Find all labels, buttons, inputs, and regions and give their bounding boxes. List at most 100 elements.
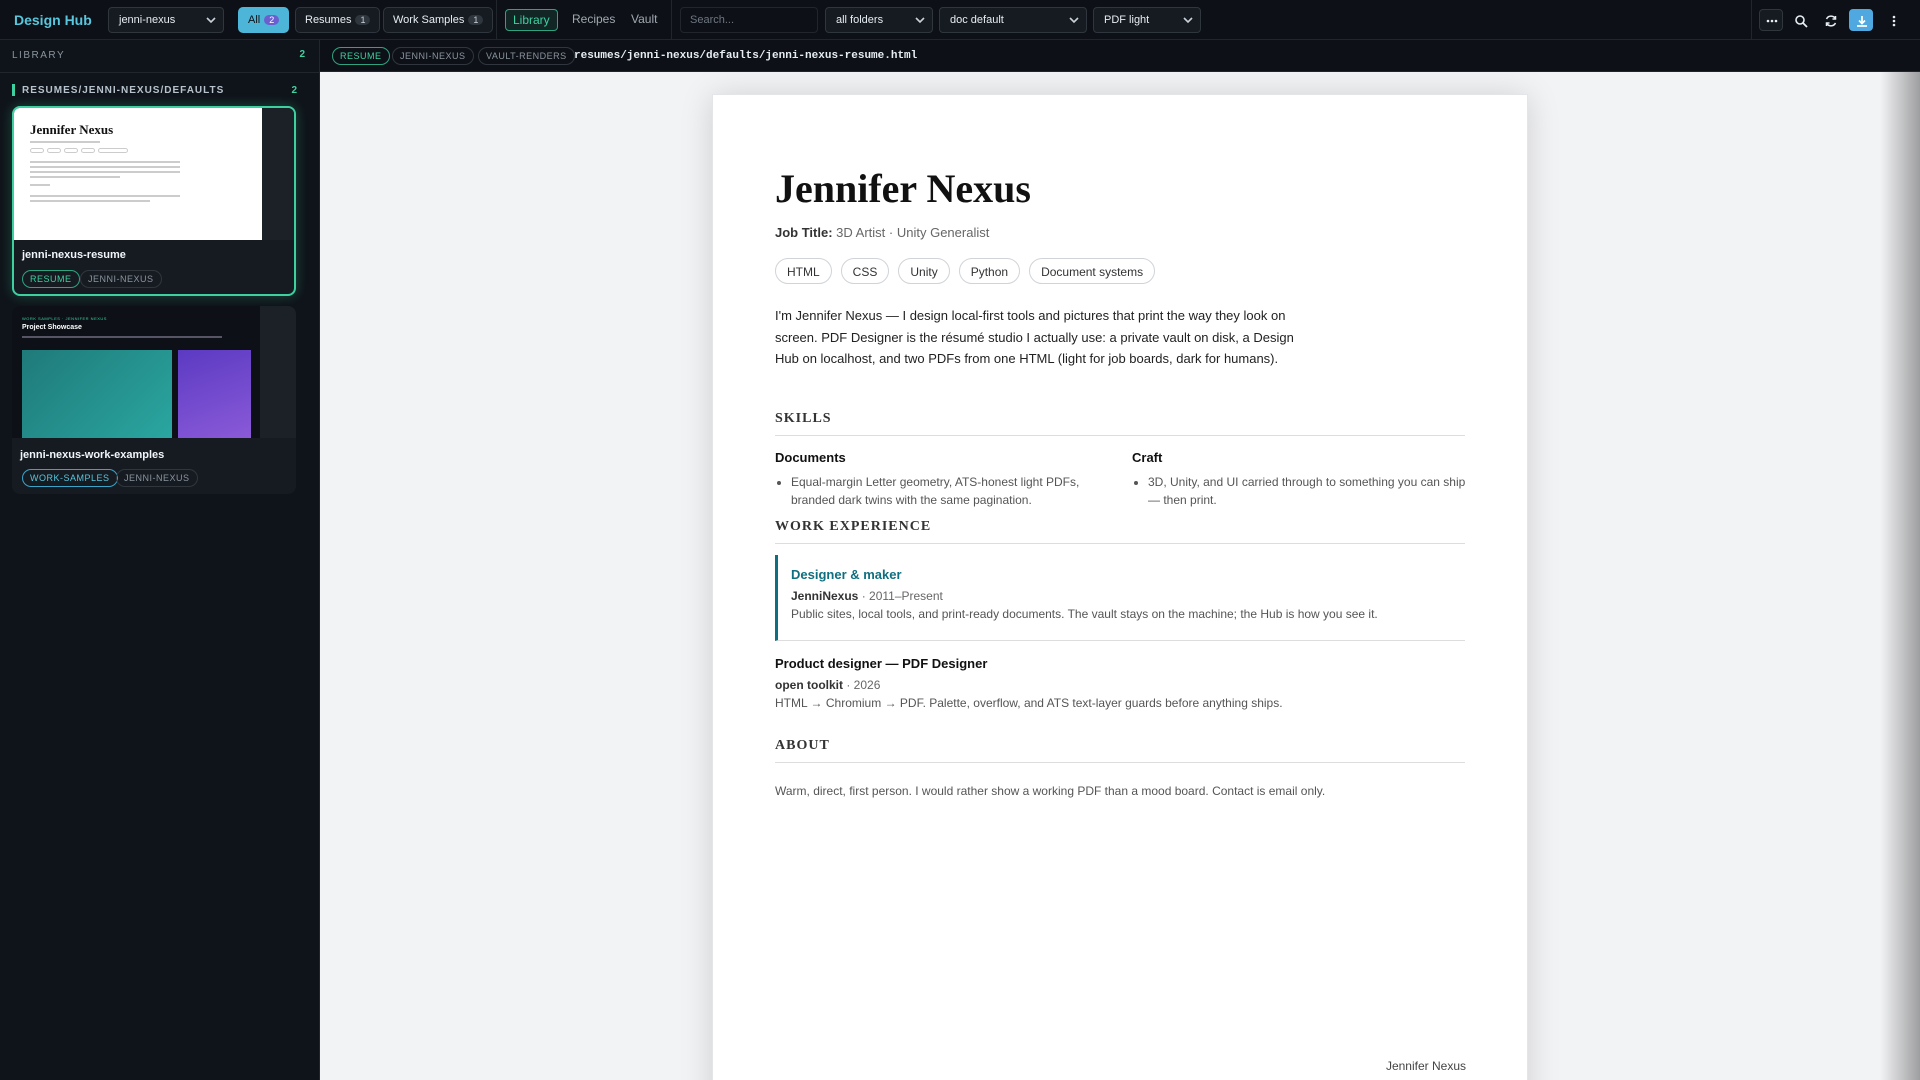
chevron-down-icon — [206, 17, 216, 24]
file-path: resumes/jenni-nexus/defaults/jenni-nexus… — [574, 50, 918, 62]
divider — [496, 0, 497, 40]
filter-work-samples-label: Work Samples — [393, 14, 465, 26]
tag-jenni-nexus[interactable]: JENNI-NEXUS — [116, 469, 198, 487]
pdf-select-value: PDF light — [1104, 14, 1150, 26]
library-card-work-examples[interactable]: WORK SAMPLES · JENNIFER NEXUS Project Sh… — [12, 306, 296, 494]
filter-work-samples-count: 1 — [468, 15, 484, 25]
job-meta: JenniNexus · 2011–Present — [791, 589, 943, 603]
more-button[interactable] — [1759, 9, 1783, 31]
job-title-label: Job Title: — [775, 225, 833, 240]
filter-resumes[interactable]: Resumes 1 — [295, 7, 381, 33]
divider — [1751, 0, 1752, 40]
app-brand[interactable]: Design Hub — [14, 12, 92, 28]
filter-work-samples[interactable]: Work Samples 1 — [383, 7, 494, 33]
filter-all-label: All — [248, 14, 261, 26]
skill-group-craft: Craft 3D, Unity, and UI carried through … — [1132, 450, 1472, 509]
card-title[interactable]: jenni-nexus-work-examples — [20, 449, 164, 461]
skill-group-documents: Documents Equal-margin Letter geometry, … — [775, 450, 1115, 509]
kebab-menu-button[interactable] — [1881, 9, 1905, 31]
skill-chip: Python — [958, 258, 1021, 284]
divider — [671, 0, 672, 40]
nav-vault[interactable]: Vault — [631, 12, 657, 26]
kebab-menu-icon — [1892, 15, 1896, 27]
job-company: JenniNexus — [791, 589, 859, 603]
path-bar: RESUME JENNI-NEXUS VAULT-RENDERS resumes… — [320, 40, 1920, 72]
job-dates: 2011–Present — [869, 589, 943, 603]
group-name[interactable]: RESUMES/JENNI-NEXUS/DEFAULTS — [22, 85, 224, 96]
library-card-resume[interactable]: Jennifer Nexus jenni-nexus-resume RESUME… — [12, 106, 296, 296]
skill-chip: HTML — [775, 258, 832, 284]
folder-select-value: all folders — [836, 14, 884, 26]
skill-chip: Unity — [898, 258, 950, 284]
tag-jenni-nexus[interactable]: JENNI-NEXUS — [80, 270, 162, 288]
card-thumbnail: WORK SAMPLES · JENNIFER NEXUS Project Sh… — [12, 306, 296, 438]
skill-chip: Document systems — [1029, 258, 1156, 284]
refresh-icon — [1825, 15, 1837, 27]
resume-page: Jennifer Nexus Job Title: 3D Artist · Un… — [712, 94, 1528, 1080]
job-meta: open toolkit · 2026 — [775, 678, 881, 692]
skill-chip: CSS — [840, 258, 890, 284]
filter-all[interactable]: All 2 — [238, 7, 290, 33]
refresh-button[interactable] — [1818, 9, 1842, 31]
job-entry: Product designer — PDF Designer open too… — [775, 656, 1465, 710]
thumb-title: Project Showcase — [22, 324, 82, 331]
profile-select-value: jenni-nexus — [119, 14, 176, 26]
resume-intro: I'm Jennifer Nexus — I design local-firs… — [775, 308, 1294, 366]
job-description: HTML → Chromium → PDF. Palette, overflow… — [775, 696, 1283, 710]
tag-work-samples[interactable]: WORK-SAMPLES — [22, 469, 118, 487]
library-count: 2 — [299, 49, 305, 60]
job-company: open toolkit — [775, 678, 843, 692]
resume-name: Jennifer Nexus — [775, 166, 1031, 211]
search-button[interactable] — [1788, 9, 1812, 31]
skill-chips: HTML CSS Unity Python Document systems — [775, 258, 1156, 284]
work-thumbnail: WORK SAMPLES · JENNIFER NEXUS Project Sh… — [12, 306, 260, 438]
resume-job-title: Job Title: 3D Artist · Unity Generalist — [775, 225, 989, 240]
resume-thumbnail: Jennifer Nexus — [14, 108, 262, 240]
divider — [0, 72, 320, 73]
job-entry-highlighted: Designer & maker JenniNexus · 2011–Prese… — [775, 555, 1465, 641]
chevron-down-icon — [1069, 17, 1079, 24]
section-heading-skills: SKILLS — [775, 411, 1465, 436]
nav-recipes[interactable]: Recipes — [572, 12, 615, 26]
about-text: Warm, direct, first person. I would rath… — [775, 784, 1326, 798]
skill-item: Equal-margin Letter geometry, ATS-honest… — [791, 473, 1115, 509]
thumb-title: Jennifer Nexus — [30, 122, 114, 137]
library-heading: LIBRARY — [12, 50, 66, 61]
more-icon — [1766, 19, 1778, 23]
path-tag-resume[interactable]: RESUME — [332, 47, 390, 65]
job-dates: 2026 — [853, 678, 881, 692]
thumb-panel-teal — [22, 350, 172, 438]
footer-name: Jennifer Nexus — [1385, 1059, 1466, 1073]
nav-library[interactable]: Library — [505, 9, 558, 31]
download-button[interactable] — [1849, 9, 1873, 31]
skill-item: 3D, Unity, and UI carried through to som… — [1148, 473, 1472, 509]
document-preview[interactable]: Jennifer Nexus Job Title: 3D Artist · Un… — [320, 72, 1920, 1080]
path-tag-vault-renders[interactable]: VAULT-RENDERS — [478, 47, 575, 65]
thumb-kicker: WORK SAMPLES · JENNIFER NEXUS — [22, 316, 107, 321]
folder-select[interactable]: all folders — [825, 7, 933, 33]
section-heading-about: ABOUT — [775, 738, 1465, 763]
job-role: Designer & maker — [791, 567, 902, 582]
filter-all-count: 2 — [264, 15, 280, 25]
job-description: Public sites, local tools, and print-rea… — [791, 607, 1378, 621]
pdf-select[interactable]: PDF light — [1093, 7, 1201, 33]
doc-select[interactable]: doc default — [939, 7, 1087, 33]
chevron-down-icon — [915, 17, 925, 24]
filter-resumes-label: Resumes — [305, 14, 352, 26]
search-input[interactable] — [680, 7, 818, 33]
job-title-value: 3D Artist · Unity Generalist — [836, 225, 990, 240]
tag-resume[interactable]: RESUME — [22, 270, 80, 288]
path-tag-jenni-nexus[interactable]: JENNI-NEXUS — [392, 47, 474, 65]
search-icon — [1795, 15, 1808, 28]
preview-edge-shadow — [1880, 72, 1920, 1080]
section-heading-experience: WORK EXPERIENCE — [775, 519, 1465, 544]
chevron-down-icon — [1183, 17, 1193, 24]
skill-group-title: Craft — [1132, 450, 1163, 465]
profile-select[interactable]: jenni-nexus — [108, 7, 224, 33]
card-title[interactable]: jenni-nexus-resume — [22, 249, 126, 261]
skill-group-title: Documents — [775, 450, 846, 465]
thumb-panel-purple — [178, 350, 251, 438]
card-thumbnail: Jennifer Nexus — [14, 108, 294, 240]
library-sidebar: LIBRARY 2 RESUMES/JENNI-NEXUS/DEFAULTS 2… — [0, 40, 320, 1080]
download-icon — [1857, 16, 1867, 27]
